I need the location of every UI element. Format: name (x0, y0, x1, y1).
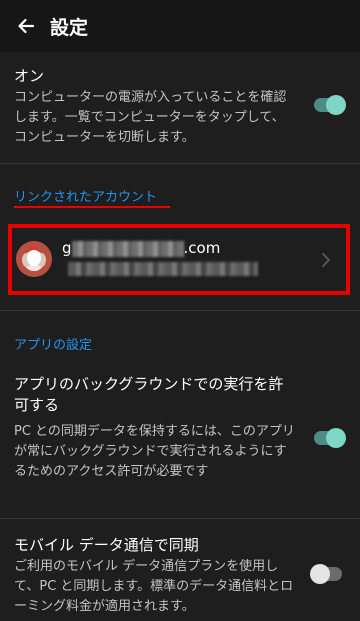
account-email: g .com (62, 239, 220, 257)
power-toggle[interactable] (314, 95, 346, 115)
setting-mobile-data[interactable]: モバイル データ通信で同期 ご利用のモバイル データ通信プランを使用して、PC … (0, 533, 360, 621)
setting-power-description: コンピューターの電源が入っていることを確認します。一覧でコンピューターをタップし… (14, 90, 287, 145)
mobile-data-toggle[interactable] (310, 564, 342, 584)
setting-power[interactable]: オン コンピューターの電源が入っていることを確認します。一覧でコンピューターをタ… (0, 62, 360, 160)
back-button[interactable] (4, 4, 48, 48)
page-title: 設定 (50, 16, 89, 39)
setting-background-title: アプリのバックグラウンドでの実行を許可する (14, 375, 284, 414)
chevron-right-icon (322, 253, 330, 267)
linked-accounts-header-text: リンクされたアカウント (14, 190, 158, 205)
app-settings-header: アプリの設定 (14, 338, 93, 353)
linked-account-item[interactable]: g .com (8, 224, 350, 295)
arrow-left-icon (18, 18, 35, 34)
setting-mobile-data-title: モバイル データ通信で同期 (14, 536, 199, 554)
linked-accounts-header: リンクされたアカウント (14, 186, 157, 205)
setting-mobile-data-description: ご利用のモバイル データ通信プランを使用して、PC と同期します。標準のデータ通… (14, 559, 294, 614)
app-bar: 設定 (0, 0, 360, 52)
setting-background[interactable]: アプリのバックグラウンドでの実行を許可する PC との同期データを保持するには、… (0, 372, 360, 504)
email-redacted (71, 240, 184, 257)
header-underline-annotation (14, 206, 170, 208)
divider (0, 518, 360, 519)
background-toggle[interactable] (314, 428, 346, 448)
account-name-redacted (68, 262, 258, 276)
divider (0, 310, 360, 311)
email-suffix: .com (183, 239, 221, 257)
setting-background-description: PC との同期データを保持するには、このアプリが常にバックグラウンドで実行される… (14, 424, 295, 479)
setting-power-title: オン (14, 67, 45, 85)
avatar (16, 241, 52, 277)
divider (0, 163, 360, 164)
email-prefix: g (62, 239, 72, 257)
